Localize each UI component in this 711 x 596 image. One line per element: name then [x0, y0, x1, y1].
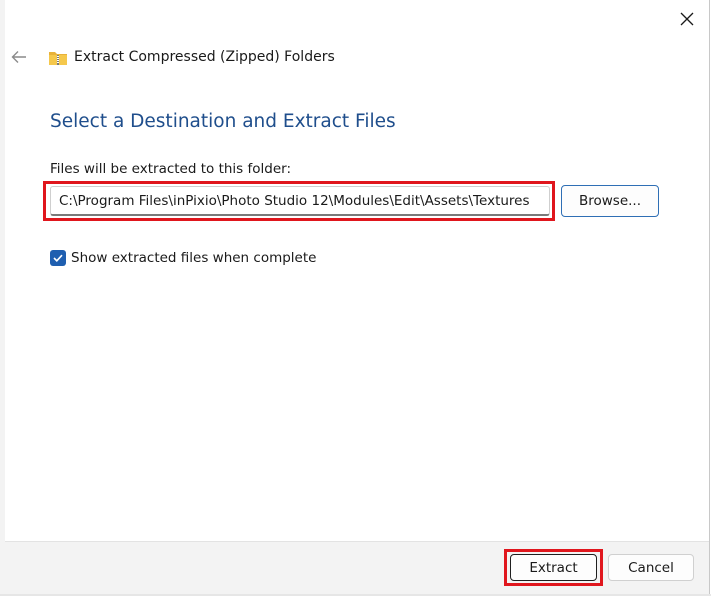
show-extracted-files-option[interactable]: Show extracted files when complete	[50, 250, 316, 266]
destination-label: Files will be extracted to this folder:	[50, 161, 291, 177]
arrow-left-icon	[11, 51, 26, 63]
page-heading: Select a Destination and Extract Files	[50, 111, 396, 132]
destination-path-input[interactable]	[50, 186, 550, 216]
cancel-button[interactable]: Cancel	[608, 554, 694, 581]
checkmark-icon	[53, 254, 63, 262]
zipped-folder-icon	[49, 52, 67, 65]
dialog-footer	[5, 541, 709, 594]
close-icon	[680, 12, 694, 26]
back-button[interactable]	[9, 47, 29, 67]
browse-button[interactable]: Browse...	[561, 185, 659, 217]
window-title: Extract Compressed (Zipped) Folders	[74, 49, 335, 65]
extract-dialog: Extract Compressed (Zipped) Folders Sele…	[5, 0, 710, 594]
show-extracted-files-label: Show extracted files when complete	[71, 250, 317, 266]
extract-button[interactable]: Extract	[510, 554, 597, 581]
show-extracted-files-checkbox[interactable]	[50, 250, 66, 266]
close-button[interactable]	[676, 8, 698, 30]
